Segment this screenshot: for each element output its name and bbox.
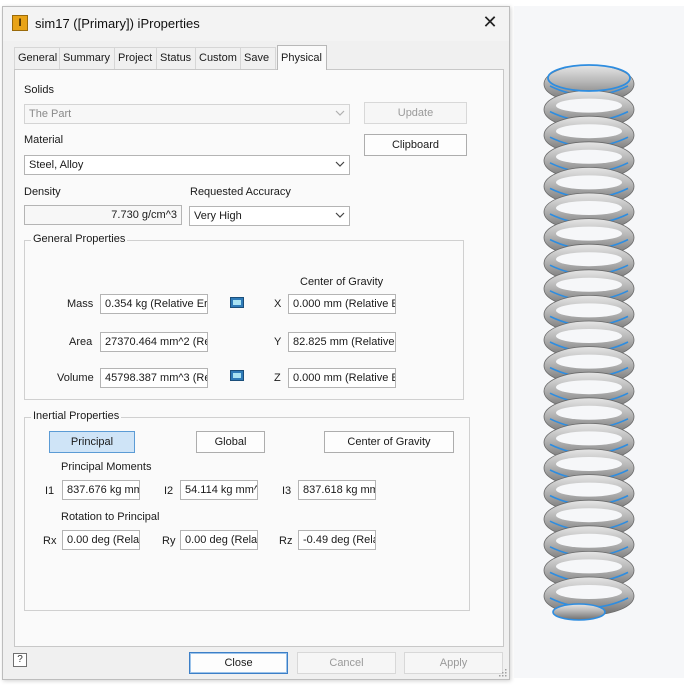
- spring-coil-gap: [556, 482, 622, 497]
- tab-general[interactable]: General: [14, 47, 60, 69]
- spring-coil-gap: [556, 380, 622, 395]
- solids-dropdown[interactable]: The Part: [24, 104, 350, 124]
- solids-value: The Part: [29, 108, 72, 120]
- inventor-app-icon: I: [12, 15, 28, 31]
- solids-label: Solids: [24, 84, 54, 96]
- ry-field: 0.00 deg (Relat: [180, 530, 258, 550]
- volume-field: 45798.387 mm^3 (Re: [100, 368, 208, 388]
- spring-coil-gap: [556, 277, 622, 292]
- spring-coil-gap: [556, 354, 622, 369]
- z-label: Z: [274, 372, 281, 384]
- i3-field: 837.618 kg mm: [298, 480, 376, 500]
- tab-summary[interactable]: Summary: [59, 47, 115, 69]
- rx-label: Rx: [43, 535, 57, 547]
- spring-coil-gap: [556, 431, 622, 446]
- title-bar[interactable]: I sim17 ([Primary]) iProperties ✕: [3, 7, 509, 41]
- rz-field: -0.49 deg (Rela: [298, 530, 376, 550]
- calculator-icon[interactable]: [230, 370, 244, 381]
- i2-label: I2: [164, 485, 174, 497]
- spring-coil-gap: [556, 405, 622, 420]
- model-viewport[interactable]: [514, 6, 684, 678]
- spring-coil-gap: [556, 457, 622, 471]
- spring-coil-gap: [556, 252, 622, 267]
- spring-model[interactable]: [514, 6, 684, 678]
- spring-coil-gap: [556, 329, 622, 343]
- cog-x-field: 0.000 mm (Relative Er: [288, 294, 396, 314]
- chevron-down-icon: [335, 110, 345, 116]
- iproperties-dialog: I sim17 ([Primary]) iProperties ✕ Genera…: [2, 6, 510, 680]
- clipboard-button[interactable]: Clipboard: [364, 134, 467, 156]
- calculator-icon[interactable]: [230, 297, 244, 308]
- mass-label: Mass: [67, 298, 94, 310]
- spring-coil-gap: [556, 559, 622, 574]
- accuracy-value: Very High: [194, 210, 242, 222]
- y-label: Y: [274, 336, 282, 348]
- spring-coil-gap: [556, 98, 622, 113]
- material-dropdown[interactable]: Steel, Alloy: [24, 155, 350, 175]
- material-value: Steel, Alloy: [29, 159, 84, 171]
- center-of-gravity-button[interactable]: Center of Gravity: [324, 431, 454, 453]
- principal-moments-heading: Principal Moments: [61, 461, 152, 473]
- tab-save[interactable]: Save: [240, 47, 276, 69]
- tab-status[interactable]: Status: [156, 47, 196, 69]
- spring-coil-gap: [556, 175, 622, 190]
- spring-coil-gap: [556, 585, 622, 599]
- spring-bottom-end: [552, 603, 606, 621]
- density-field: 7.730 g/cm^3: [24, 205, 182, 225]
- i1-field: 837.676 kg mm: [62, 480, 140, 500]
- inertial-properties-title: Inertial Properties: [31, 410, 122, 422]
- i3-label: I3: [282, 485, 292, 497]
- rotation-to-principal-heading: Rotation to Principal: [61, 511, 160, 523]
- global-button[interactable]: Global: [196, 431, 265, 453]
- apply-button[interactable]: Apply: [404, 652, 503, 674]
- spring-coil-gap: [556, 303, 622, 318]
- window-title: sim17 ([Primary]) iProperties: [35, 16, 200, 31]
- spring-coil-gap: [556, 226, 622, 241]
- close-button[interactable]: Close: [189, 652, 288, 674]
- mass-field: 0.354 kg (Relative Err: [100, 294, 208, 314]
- resize-grip-icon[interactable]: [497, 667, 507, 677]
- spring-coil-gap: [556, 149, 622, 164]
- x-label: X: [274, 298, 282, 310]
- help-icon[interactable]: ?: [13, 653, 27, 667]
- accuracy-dropdown[interactable]: Very High: [189, 206, 350, 226]
- spring-coil-gap: [556, 201, 622, 215]
- density-label: Density: [24, 186, 61, 198]
- accuracy-label: Requested Accuracy: [190, 186, 291, 198]
- ry-label: Ry: [162, 535, 176, 547]
- rx-field: 0.00 deg (Relat: [62, 530, 140, 550]
- center-of-gravity-heading: Center of Gravity: [300, 276, 384, 288]
- tab-physical[interactable]: Physical: [277, 45, 327, 70]
- volume-label: Volume: [57, 372, 94, 384]
- cog-y-field: 82.825 mm (Relative I: [288, 332, 396, 352]
- update-button[interactable]: Update: [364, 102, 467, 124]
- tab-custom[interactable]: Custom: [195, 47, 241, 69]
- close-icon[interactable]: ✕: [479, 11, 501, 33]
- physical-panel: Solids The Part Update Material Steel, A…: [14, 69, 504, 647]
- chevron-down-icon: [335, 212, 345, 218]
- tab-strip: General Summary Project Status Custom Sa…: [14, 45, 504, 70]
- area-field: 27370.464 mm^2 (Re: [100, 332, 208, 352]
- spring-coil-gap: [556, 533, 622, 548]
- spring-coil-gap: [556, 124, 622, 139]
- material-label: Material: [24, 134, 64, 146]
- general-properties-title: General Properties: [31, 233, 128, 245]
- area-label: Area: [69, 336, 93, 348]
- i2-field: 54.114 kg mm^: [180, 480, 258, 500]
- cancel-button[interactable]: Cancel: [297, 652, 396, 674]
- tab-project[interactable]: Project: [114, 47, 157, 69]
- cog-z-field: 0.000 mm (Relative Er: [288, 368, 396, 388]
- principal-button[interactable]: Principal: [49, 431, 135, 453]
- i1-label: I1: [45, 485, 55, 497]
- chevron-down-icon: [335, 161, 345, 167]
- rz-label: Rz: [279, 535, 293, 547]
- spring-coil-gap: [556, 508, 622, 523]
